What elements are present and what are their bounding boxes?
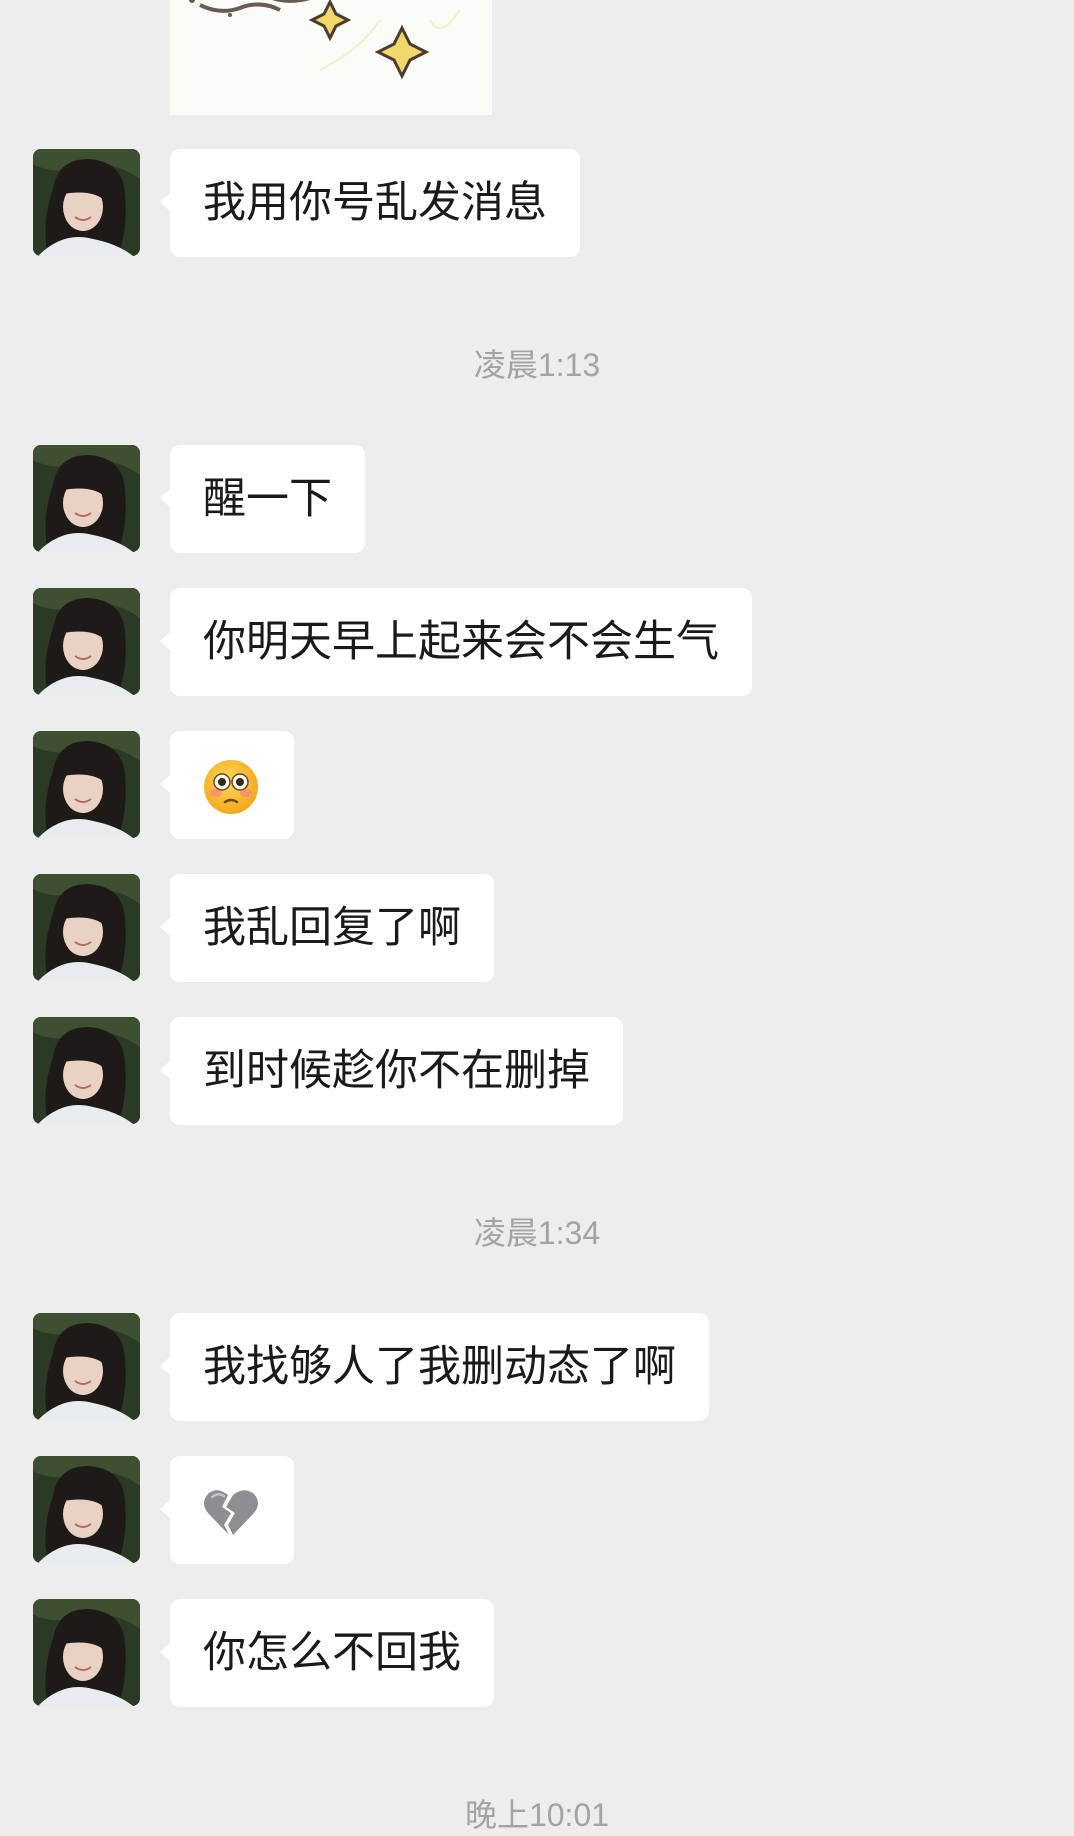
- avatar-girl-icon: [33, 1456, 140, 1563]
- chat-area[interactable]: 我用你号乱发消息 凌晨1:13 醒一下 你明天早上起来会不会生气 我乱回复了啊 …: [0, 0, 1074, 1833]
- avatar[interactable]: [33, 1313, 140, 1420]
- flushed-face-emoji-icon: [204, 760, 258, 814]
- sparkle-sticker-icon: [189, 0, 461, 80]
- sticker-image[interactable]: [170, 0, 492, 115]
- avatar[interactable]: [33, 1017, 140, 1124]
- message-bubble[interactable]: 你怎么不回我: [160, 1599, 494, 1707]
- avatar-girl-icon: [33, 1017, 140, 1124]
- timestamp: 凌晨1:34: [473, 1215, 601, 1251]
- avatar-girl-icon: [33, 149, 140, 256]
- timestamp: 晚上10:01: [464, 1797, 610, 1833]
- avatar-girl-icon: [33, 874, 140, 981]
- avatar[interactable]: [33, 1456, 140, 1563]
- message-bubble[interactable]: 我用你号乱发消息: [160, 149, 580, 257]
- message-bubble[interactable]: 到时候趁你不在删掉: [160, 1017, 623, 1125]
- avatar[interactable]: [33, 1599, 140, 1706]
- avatar-girl-icon: [33, 1313, 140, 1420]
- avatar-girl-icon: [33, 445, 140, 552]
- avatar-girl-icon: [33, 588, 140, 695]
- avatar[interactable]: [33, 588, 140, 695]
- broken-heart-emoji-icon: [204, 1490, 258, 1535]
- avatar-girl-icon: [33, 731, 140, 838]
- message-bubble[interactable]: 醒一下: [160, 445, 365, 553]
- emoji-bubble[interactable]: [160, 1456, 294, 1564]
- avatar[interactable]: [33, 445, 140, 552]
- avatar[interactable]: [33, 874, 140, 981]
- avatar[interactable]: [33, 731, 140, 838]
- message-bubble[interactable]: 我找够人了我删动态了啊: [160, 1313, 709, 1421]
- emoji-bubble[interactable]: [160, 731, 294, 839]
- avatar[interactable]: [33, 149, 140, 256]
- message-bubble[interactable]: 你明天早上起来会不会生气: [160, 588, 752, 696]
- avatar-girl-icon: [33, 1599, 140, 1706]
- timestamp: 凌晨1:13: [473, 347, 601, 383]
- message-bubble[interactable]: 我乱回复了啊: [160, 874, 494, 982]
